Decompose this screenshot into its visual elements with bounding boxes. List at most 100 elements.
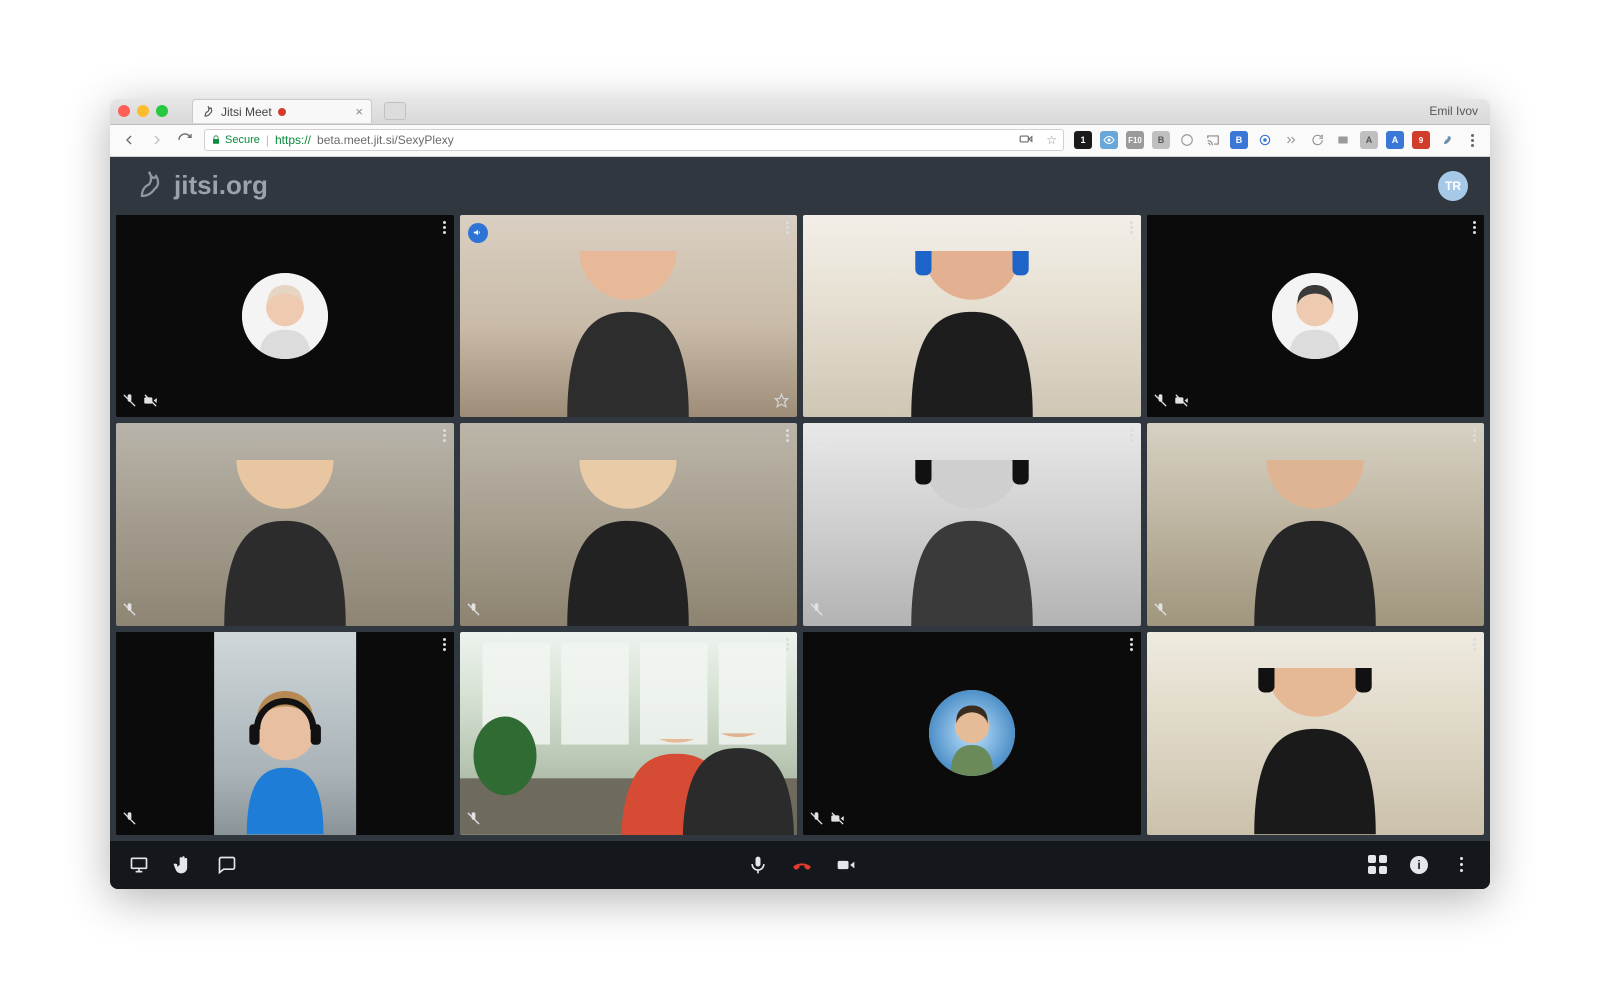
participant-tile[interactable] (116, 215, 454, 418)
video-feed (460, 423, 798, 626)
window-minimize-dot[interactable] (137, 105, 149, 117)
recording-indicator-icon (278, 108, 286, 116)
tile-menu-icon[interactable] (1473, 221, 1476, 234)
tab-title: Jitsi Meet (221, 105, 272, 119)
participant-tile[interactable] (803, 215, 1141, 418)
mic-muted-icon (122, 393, 137, 411)
participant-tile[interactable] (460, 632, 798, 835)
jitsi-logo-icon (132, 169, 166, 203)
ext-f10[interactable]: F10 (1126, 131, 1144, 149)
new-tab-button[interactable] (384, 102, 406, 120)
participant-avatar (242, 273, 328, 359)
chat-button[interactable] (216, 854, 238, 876)
mic-muted-icon (122, 602, 137, 620)
tile-status-icons (1153, 393, 1189, 411)
camera-button[interactable] (835, 854, 857, 876)
kebab-icon (1453, 857, 1469, 873)
back-button[interactable] (120, 131, 138, 149)
hangup-button[interactable] (791, 854, 813, 876)
pinned-speaker-icon (468, 223, 488, 243)
tile-status-icons (1153, 602, 1168, 620)
window-zoom-dot[interactable] (156, 105, 168, 117)
forward-button[interactable] (148, 131, 166, 149)
ext-cast-icon[interactable] (1204, 131, 1222, 149)
ext-rect-icon[interactable] (1334, 131, 1352, 149)
url-bar: Secure | https://beta.meet.jit.si/SexyPl… (110, 125, 1490, 157)
ext-jitsi-icon[interactable] (1438, 131, 1456, 149)
participant-tile[interactable] (1147, 632, 1485, 835)
camera-off-icon (830, 811, 845, 829)
participant-tile[interactable] (1147, 215, 1485, 418)
jitsi-logo[interactable]: jitsi.org (132, 169, 268, 203)
mic-muted-icon (466, 602, 481, 620)
share-screen-button[interactable] (128, 854, 150, 876)
chrome-profile-name[interactable]: Emil Ivov (1429, 104, 1478, 118)
tile-menu-icon[interactable] (786, 638, 789, 651)
browser-window: Jitsi Meet × Emil Ivov Secure | https://… (110, 99, 1490, 889)
mic-muted-icon (1153, 393, 1168, 411)
ext-b-blue[interactable]: B (1230, 131, 1248, 149)
local-user-avatar[interactable]: TR (1438, 171, 1468, 201)
favorite-star-icon[interactable] (774, 393, 789, 411)
ext-a-gray[interactable]: A (1360, 131, 1378, 149)
window-close-dot[interactable] (118, 105, 130, 117)
tile-menu-icon[interactable] (443, 221, 446, 234)
tile-status-icons (122, 811, 137, 829)
tile-status-icons (122, 393, 158, 411)
tile-menu-icon[interactable] (1130, 221, 1133, 234)
tile-menu-icon[interactable] (1473, 638, 1476, 651)
mic-muted-icon (1153, 602, 1168, 620)
tile-status-icons (809, 811, 845, 829)
tab-close-icon[interactable]: × (355, 105, 363, 118)
ext-a-blue[interactable]: A (1386, 131, 1404, 149)
video-feed (1147, 632, 1485, 835)
participant-tile[interactable] (803, 423, 1141, 626)
participant-tile[interactable] (460, 423, 798, 626)
call-toolbar: i (110, 841, 1490, 889)
participant-tile[interactable] (1147, 423, 1485, 626)
lock-icon (211, 135, 221, 145)
url-protocol: https:// (275, 133, 311, 147)
tile-menu-icon[interactable] (786, 221, 789, 234)
app-header: jitsi.org TR (110, 157, 1490, 215)
ext-target-icon[interactable] (1256, 131, 1274, 149)
ext-eye-icon[interactable] (1100, 131, 1118, 149)
chrome-menu-icon[interactable] (1464, 132, 1480, 148)
camera-permission-icon[interactable] (1019, 132, 1033, 149)
ext-chevrons-icon[interactable] (1282, 131, 1300, 149)
tile-menu-icon[interactable] (443, 638, 446, 651)
mic-muted-icon (466, 811, 481, 829)
participant-tile[interactable] (460, 215, 798, 418)
video-feed (460, 215, 798, 418)
video-grid (110, 215, 1490, 841)
url-path: beta.meet.jit.si/SexyPlexy (317, 133, 454, 147)
reload-button[interactable] (176, 131, 194, 149)
tile-menu-icon[interactable] (1130, 429, 1133, 442)
participant-tile[interactable] (803, 632, 1141, 835)
extensions-row: 1 F10 B B A A 9 (1074, 131, 1480, 149)
address-field[interactable]: Secure | https://beta.meet.jit.si/SexyPl… (204, 129, 1064, 151)
ext-circle-icon[interactable] (1178, 131, 1196, 149)
tile-menu-icon[interactable] (1130, 638, 1133, 651)
browser-tab[interactable]: Jitsi Meet × (192, 99, 372, 123)
toolbar-right: i (1366, 854, 1472, 876)
participant-tile[interactable] (116, 632, 454, 835)
more-actions-button[interactable] (1450, 854, 1472, 876)
tileview-button[interactable] (1366, 854, 1388, 876)
ext-badge-1[interactable]: 1 (1074, 131, 1092, 149)
video-feed (803, 215, 1141, 418)
info-button[interactable]: i (1410, 856, 1428, 874)
video-feed (1147, 423, 1485, 626)
tile-menu-icon[interactable] (443, 429, 446, 442)
toolbar-center (747, 854, 857, 876)
tile-menu-icon[interactable] (1473, 429, 1476, 442)
tile-menu-icon[interactable] (786, 429, 789, 442)
participant-tile[interactable] (116, 423, 454, 626)
tile-status-icons (466, 811, 481, 829)
mic-button[interactable] (747, 854, 769, 876)
ext-chat-icon[interactable] (1308, 131, 1326, 149)
bookmark-star-icon[interactable]: ☆ (1046, 133, 1057, 147)
raise-hand-button[interactable] (172, 854, 194, 876)
ext-b-gray[interactable]: B (1152, 131, 1170, 149)
ext-red-badge[interactable]: 9 (1412, 131, 1430, 149)
